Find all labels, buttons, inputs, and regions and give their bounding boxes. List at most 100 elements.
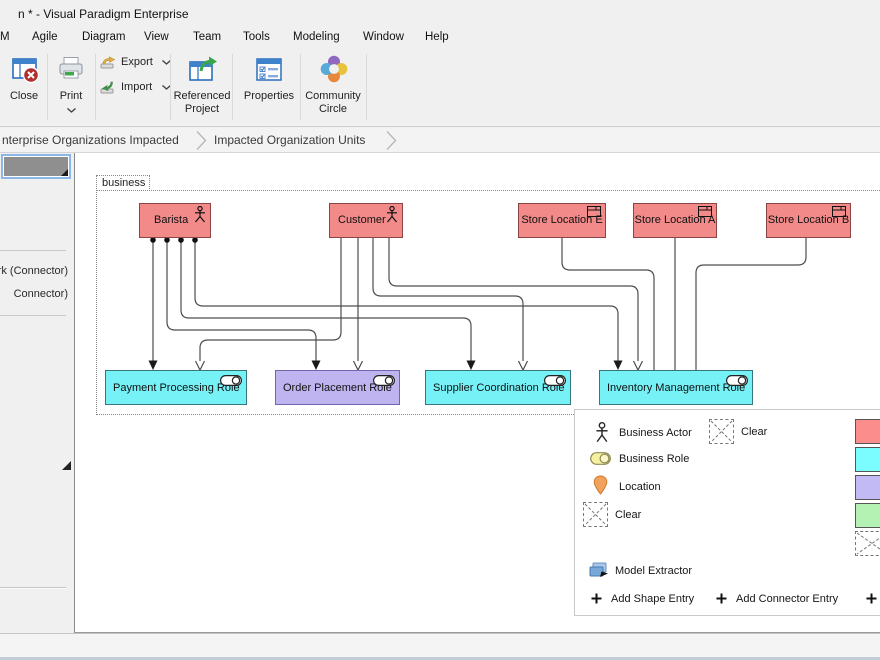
menu-item-window[interactable]: Window (363, 31, 404, 43)
properties-icon (255, 57, 283, 83)
business-actor-icon (595, 422, 609, 443)
organization-unit-icon (832, 206, 846, 217)
print-icon (57, 56, 85, 83)
print-button[interactable]: Print (48, 50, 94, 126)
menu-item-modeling[interactable]: Modeling (293, 31, 340, 43)
node-payment-processing-role[interactable]: Payment Processing Role (105, 370, 247, 405)
node-inventory-management-role[interactable]: Inventory Management Role (599, 370, 753, 405)
referenced-project-icon (187, 54, 219, 84)
legend-label: Clear (741, 426, 767, 438)
add-connector-entry-label: Add Connector Entry (736, 593, 838, 605)
business-role-icon (726, 375, 748, 386)
sidebar-divider (0, 587, 66, 589)
connector[interactable] (373, 238, 523, 361)
legend-label: Business Role (619, 453, 689, 465)
business-actor-icon (194, 206, 206, 223)
legend-entry-location[interactable]: Location (589, 472, 699, 500)
business-role-icon (373, 375, 395, 386)
business-role-icon (220, 375, 242, 386)
color-swatch-lavender[interactable] (855, 475, 880, 500)
business-role-icon (544, 375, 566, 386)
legend-popup: Business Actor Business Role Location Cl (574, 409, 880, 616)
connector[interactable] (195, 241, 618, 361)
sidebar-item-connector-2[interactable]: Connector) (14, 288, 68, 300)
sidebar-item-connector-1[interactable]: ork (Connector) (0, 265, 68, 277)
plus-icon (716, 593, 727, 604)
node-store-location-a[interactable]: Store Location A (633, 203, 717, 238)
color-swatch-red[interactable] (855, 419, 880, 444)
title-bar: n * - Visual Paradigm Enterprise (0, 0, 880, 28)
breadcrumb-item-parent[interactable]: nterprise Organizations Impacted (2, 133, 179, 147)
legend-label: Location (619, 481, 661, 493)
add-shape-entry-button[interactable]: Add Shape Entry (591, 590, 711, 610)
node-customer[interactable]: Customer (329, 203, 403, 238)
status-bar (0, 633, 880, 660)
legend-entry-connector-clear[interactable]: Clear (709, 419, 799, 447)
plus-icon (866, 593, 877, 604)
legend-label: Business Actor (619, 427, 692, 439)
preview-fill (4, 157, 68, 176)
import-button[interactable]: Import (100, 79, 170, 97)
import-label: Import (121, 81, 152, 93)
color-swatch-cyan[interactable] (855, 447, 880, 472)
toolbar-separator (366, 54, 367, 120)
organization-unit-icon (587, 206, 601, 217)
diagram-canvas[interactable]: business (74, 153, 880, 633)
color-swatch-green[interactable] (855, 503, 880, 528)
add-connector-entry-button[interactable]: Add Connector Entry (716, 590, 856, 610)
export-import-group: Export Import (96, 50, 170, 126)
toolbar-separator (170, 54, 171, 120)
node-barista[interactable]: Barista (139, 203, 211, 238)
export-icon (100, 56, 117, 69)
model-extractor-button[interactable]: Model Extractor (587, 560, 717, 582)
node-order-placement-role[interactable]: Order Placement Role (275, 370, 400, 405)
toolbar-separator (232, 54, 233, 120)
node-store-location-b[interactable]: Store Location B (766, 203, 851, 238)
model-extractor-label: Model Extractor (615, 565, 692, 577)
referenced-project-button[interactable]: Referenced Project (172, 50, 232, 126)
open-arrowheads (196, 361, 643, 370)
chevron-down-icon (67, 108, 76, 113)
connector[interactable] (562, 238, 654, 370)
legend-label: Clear (615, 509, 641, 521)
close-label: Close (2, 90, 46, 102)
legend-entry-business-role[interactable]: Business Role (589, 446, 699, 472)
window-title: n * - Visual Paradigm Enterprise (18, 7, 189, 21)
sidebar-divider (0, 315, 66, 316)
export-button[interactable]: Export (100, 54, 170, 72)
community-circle-label-2: Circle (302, 103, 364, 115)
menu-item-help[interactable]: Help (425, 31, 449, 43)
menu-item-agile[interactable]: Agile (32, 31, 58, 43)
menu-item-tools[interactable]: Tools (243, 31, 270, 43)
import-icon (100, 81, 117, 94)
node-store-location-e[interactable]: Store Location E (518, 203, 606, 238)
connector[interactable] (389, 238, 638, 361)
plus-icon (591, 593, 602, 604)
color-swatch-clear[interactable] (855, 531, 880, 556)
connector[interactable] (167, 241, 316, 361)
referenced-project-label-1: Referenced (172, 90, 232, 102)
location-icon (593, 475, 608, 495)
assignment-dots (150, 237, 198, 243)
add-more-entry-button[interactable] (866, 590, 880, 610)
toolbar-separator (300, 54, 301, 120)
community-circle-icon (319, 54, 349, 84)
menu-item-m[interactable]: M (0, 31, 10, 43)
legend-entry-shape-clear[interactable]: Clear (583, 502, 693, 530)
legend-entry-business-actor[interactable]: Business Actor (589, 419, 699, 447)
community-circle-button[interactable]: Community Circle (302, 50, 364, 126)
close-button[interactable]: Close (2, 50, 46, 126)
connector[interactable] (696, 238, 806, 370)
menu-item-diagram[interactable]: Diagram (82, 31, 125, 43)
node-supplier-coordination-role[interactable]: Supplier Coordination Role (425, 370, 571, 405)
sidebar-divider (0, 250, 66, 251)
properties-button[interactable]: Properties (238, 50, 300, 126)
print-label: Print (48, 90, 94, 102)
sidebar-selected-preview[interactable] (1, 154, 71, 179)
menu-item-view[interactable]: View (144, 31, 169, 43)
collapse-handle-icon[interactable] (62, 461, 71, 470)
connector[interactable] (200, 238, 341, 361)
menu-item-team[interactable]: Team (193, 31, 221, 43)
breadcrumb-item-current[interactable]: Impacted Organization Units (214, 133, 365, 147)
connector[interactable] (181, 241, 471, 361)
